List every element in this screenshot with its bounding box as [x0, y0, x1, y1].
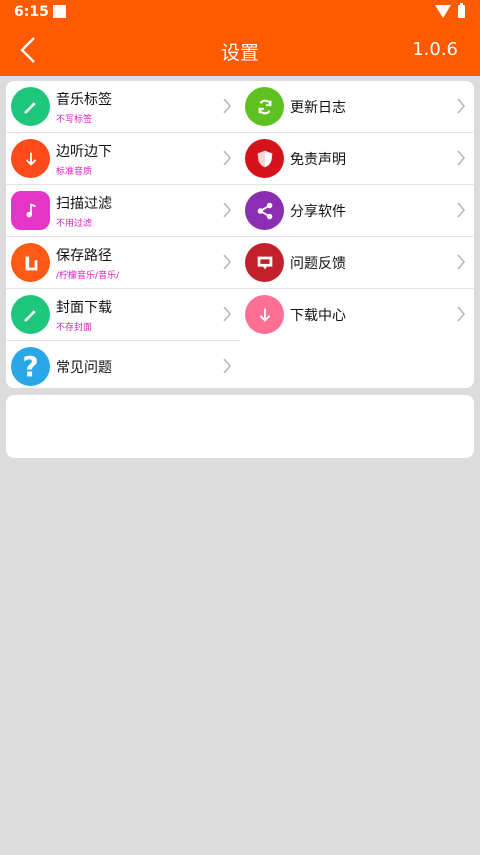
setting-label: 更新日志 — [290, 100, 346, 116]
chevron-right-icon — [223, 202, 231, 218]
setting-label: 下载中心 — [290, 308, 346, 324]
setting-sublabel: 标准音质 — [56, 167, 93, 177]
setting-changelog[interactable]: 更新日志 — [240, 81, 474, 132]
battery-icon — [458, 3, 465, 18]
settings-card: 音乐标签 不写标签 边听边下 标准音质 扫描过滤 不用过滤 保存路径 /柠檬音乐… — [6, 81, 474, 388]
chevron-right-icon — [457, 306, 465, 322]
chevron-right-icon — [457, 150, 465, 166]
chevron-right-icon — [223, 150, 231, 166]
share-icon — [245, 191, 284, 230]
folder-path-icon — [11, 243, 50, 282]
notification-icon — [53, 5, 66, 18]
setting-label: 扫描过滤 — [56, 196, 112, 212]
setting-download-center[interactable]: 下载中心 — [240, 289, 474, 340]
setting-label: 常见问题 — [56, 360, 112, 376]
setting-disclaimer[interactable]: 免责声明 — [240, 133, 474, 184]
page-title: 设置 — [220, 42, 259, 64]
setting-listen-download[interactable]: 边听边下 标准音质 — [6, 133, 240, 184]
pencil-icon — [11, 295, 50, 334]
setting-sublabel: /柠檬音乐/音乐/ — [56, 271, 120, 281]
wifi-icon — [435, 5, 451, 18]
setting-feedback[interactable]: 问题反馈 — [240, 237, 474, 288]
setting-sublabel: 不存封面 — [56, 323, 93, 333]
setting-label: 免责声明 — [290, 152, 346, 168]
setting-label: 问题反馈 — [290, 256, 346, 272]
app-bar: 设置 1.0.6 — [0, 24, 480, 76]
refresh-icon — [245, 87, 284, 126]
setting-scan-filter[interactable]: 扫描过滤 不用过滤 — [6, 185, 240, 236]
chevron-right-icon — [457, 254, 465, 270]
setting-save-path[interactable]: 保存路径 /柠檬音乐/音乐/ — [6, 237, 240, 288]
chevron-right-icon — [223, 306, 231, 322]
setting-label: 边听边下 — [56, 144, 112, 160]
chevron-right-icon — [457, 202, 465, 218]
setting-music-tag[interactable]: 音乐标签 不写标签 — [6, 81, 240, 132]
chevron-right-icon — [457, 98, 465, 114]
setting-share[interactable]: 分享软件 — [240, 185, 474, 236]
empty-card — [6, 395, 474, 458]
setting-sublabel: 不写标签 — [56, 115, 93, 125]
status-bar: 6:15 — [0, 0, 480, 24]
chat-icon — [245, 243, 284, 282]
status-time: 6:15 — [14, 4, 49, 20]
shield-icon — [245, 139, 284, 178]
setting-faq[interactable]: ? 常见问题 — [6, 341, 240, 392]
setting-cover-download[interactable]: 封面下载 不存封面 — [6, 289, 240, 340]
chevron-right-icon — [223, 98, 231, 114]
pencil-icon — [11, 87, 50, 126]
download-arrow-icon — [11, 139, 50, 178]
setting-label: 封面下载 — [56, 300, 112, 316]
setting-label: 分享软件 — [290, 204, 346, 220]
question-icon: ? — [11, 347, 50, 386]
music-note-icon — [11, 191, 50, 230]
chevron-right-icon — [223, 254, 231, 270]
version-label: 1.0.6 — [412, 39, 458, 60]
setting-label: 保存路径 — [56, 248, 112, 264]
setting-sublabel: 不用过滤 — [56, 219, 93, 229]
setting-label: 音乐标签 — [56, 92, 112, 108]
chevron-right-icon — [223, 358, 231, 374]
download-arrow-icon — [245, 295, 284, 334]
